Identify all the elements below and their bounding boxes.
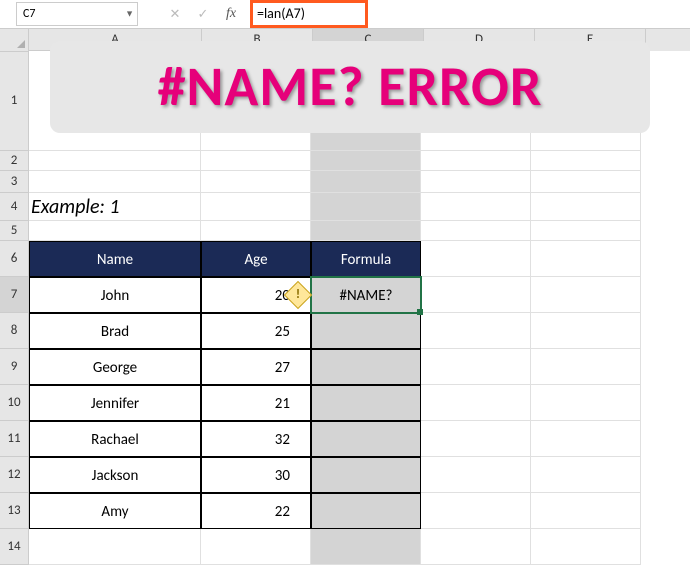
fx-icon[interactable]: fx: [224, 6, 238, 22]
row-header-10[interactable]: 10: [0, 385, 29, 421]
cell-age-1[interactable]: 25: [201, 313, 311, 349]
cell-A2[interactable]: [29, 151, 201, 171]
banner-text: #NAME? ERROR: [158, 53, 543, 121]
formula-bar-buttons: ✕ ✓ fx: [168, 6, 238, 22]
cell-B3[interactable]: [201, 171, 311, 193]
cell-C14[interactable]: [311, 529, 421, 565]
cell-C5[interactable]: [311, 221, 421, 241]
cell-formula-3[interactable]: [311, 385, 421, 421]
cell-name-3[interactable]: Jennifer: [29, 385, 201, 421]
cell-D9[interactable]: [421, 349, 531, 385]
formula-input-wrap: =lan(A7): [250, 1, 690, 27]
cell-name-4[interactable]: Rachael: [29, 421, 201, 457]
enter-icon[interactable]: ✓: [196, 7, 210, 22]
cell-D3[interactable]: [421, 171, 531, 193]
cell-B4[interactable]: [201, 193, 311, 221]
row-header-2[interactable]: 2: [0, 151, 29, 171]
cell-age-4[interactable]: 32: [201, 421, 311, 457]
cell-D8[interactable]: [421, 313, 531, 349]
row-header-5[interactable]: 5: [0, 221, 29, 241]
row-header-4[interactable]: 4: [0, 193, 29, 221]
cell-A3[interactable]: [29, 171, 201, 193]
cell-D4[interactable]: [421, 193, 531, 221]
row-header-6[interactable]: 6: [0, 241, 29, 277]
cell-E6[interactable]: [531, 241, 641, 277]
cell-D14[interactable]: [421, 529, 531, 565]
row-header-14[interactable]: 14: [0, 529, 29, 565]
cell-formula-0[interactable]: ! #NAME?: [311, 277, 421, 313]
cell-E11[interactable]: [531, 421, 641, 457]
cell-D6[interactable]: [421, 241, 531, 277]
row-header-7[interactable]: 7: [0, 277, 29, 313]
cell-B2[interactable]: [201, 151, 311, 171]
cell-D7[interactable]: [421, 277, 531, 313]
cell-E10[interactable]: [531, 385, 641, 421]
cell-E7[interactable]: [531, 277, 641, 313]
row-header-3[interactable]: 3: [0, 171, 29, 193]
row-header-1[interactable]: 1: [0, 51, 29, 151]
cell-formula-1[interactable]: [311, 313, 421, 349]
row-header-11[interactable]: 11: [0, 421, 29, 457]
cell-name-6[interactable]: Amy: [29, 493, 201, 529]
cell-A4[interactable]: Example: 1: [29, 193, 201, 221]
cell-E8[interactable]: [531, 313, 641, 349]
cell-A5[interactable]: [29, 221, 201, 241]
cell-C4[interactable]: [311, 193, 421, 221]
cell-E3[interactable]: [531, 171, 641, 193]
spreadsheet: A B C D E 1 2 3 4 Example: 1 5: [0, 29, 690, 565]
row-header-8[interactable]: 8: [0, 313, 29, 349]
cell-formula-4[interactable]: [311, 421, 421, 457]
table-header-name[interactable]: Name: [29, 241, 201, 277]
formula-bar: C7 ▼ ✕ ✓ fx =lan(A7): [0, 0, 690, 29]
cell-C3[interactable]: [311, 171, 421, 193]
cell-formula-5[interactable]: [311, 457, 421, 493]
cell-D2[interactable]: [421, 151, 531, 171]
cell-age-5[interactable]: 30: [201, 457, 311, 493]
cell-E2[interactable]: [531, 151, 641, 171]
exclaim-icon: !: [289, 286, 307, 304]
cell-name-5[interactable]: Jackson: [29, 457, 201, 493]
name-box-value: C7: [23, 7, 35, 21]
row-header-9[interactable]: 9: [0, 349, 29, 385]
cell-E4[interactable]: [531, 193, 641, 221]
cell-formula-0-value: #NAME?: [340, 287, 393, 305]
cell-D13[interactable]: [421, 493, 531, 529]
cell-E5[interactable]: [531, 221, 641, 241]
cell-age-2[interactable]: 27: [201, 349, 311, 385]
row-header-12[interactable]: 12: [0, 457, 29, 493]
cell-E13[interactable]: [531, 493, 641, 529]
cell-name-0[interactable]: John: [29, 277, 201, 313]
cell-formula-2[interactable]: [311, 349, 421, 385]
cell-D12[interactable]: [421, 457, 531, 493]
chevron-down-icon[interactable]: ▼: [125, 9, 134, 20]
select-all-corner[interactable]: [0, 29, 29, 52]
cell-D5[interactable]: [421, 221, 531, 241]
cell-E9[interactable]: [531, 349, 641, 385]
cancel-icon[interactable]: ✕: [168, 7, 182, 22]
formula-input[interactable]: =lan(A7): [250, 0, 368, 28]
cell-B5[interactable]: [201, 221, 311, 241]
row-header-13[interactable]: 13: [0, 493, 29, 529]
cell-A14[interactable]: [29, 529, 201, 565]
cell-D10[interactable]: [421, 385, 531, 421]
cell-D11[interactable]: [421, 421, 531, 457]
cell-age-3[interactable]: 21: [201, 385, 311, 421]
table-header-age[interactable]: Age: [201, 241, 311, 277]
cell-E14[interactable]: [531, 529, 641, 565]
cell-E12[interactable]: [531, 457, 641, 493]
cell-C2[interactable]: [311, 151, 421, 171]
cell-age-6[interactable]: 22: [201, 493, 311, 529]
title-banner: #NAME? ERROR: [50, 41, 650, 133]
cell-name-2[interactable]: George: [29, 349, 201, 385]
name-box[interactable]: C7 ▼: [16, 2, 138, 26]
cell-name-1[interactable]: Brad: [29, 313, 201, 349]
cell-B14[interactable]: [201, 529, 311, 565]
cell-formula-6[interactable]: [311, 493, 421, 529]
table-header-formula[interactable]: Formula: [311, 241, 421, 277]
